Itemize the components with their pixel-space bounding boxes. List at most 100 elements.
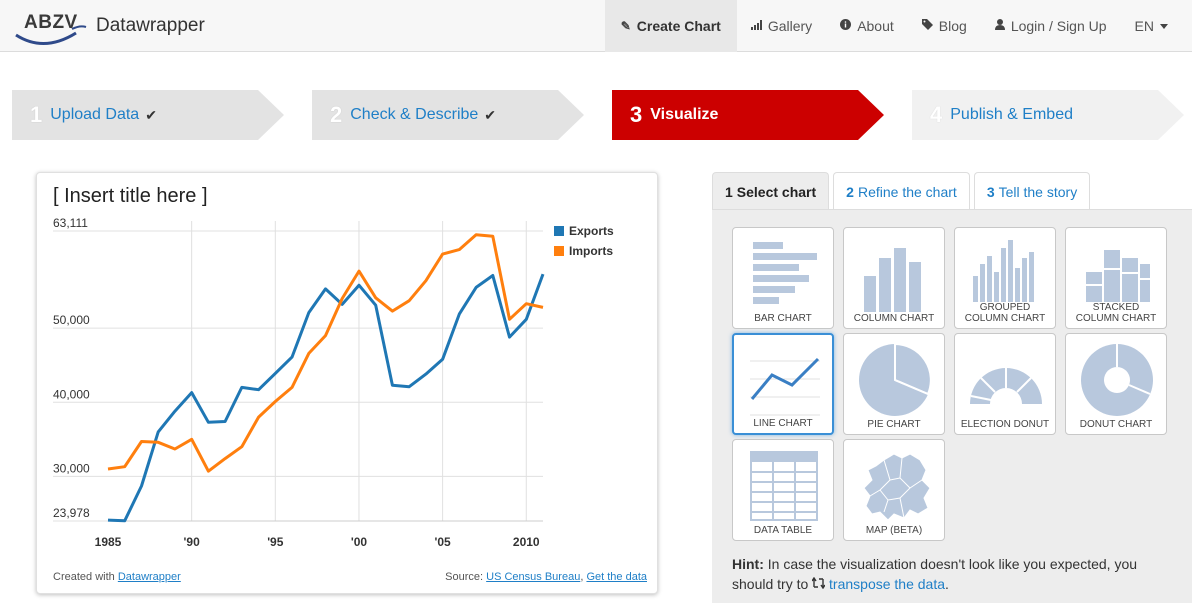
- chart-type-donut[interactable]: DONUT CHART: [1065, 333, 1167, 435]
- chart-type-election-donut[interactable]: ELECTION DONUT: [954, 333, 1056, 435]
- source-prefix: Source:: [445, 571, 484, 583]
- chart-type-stacked-column[interactable]: STACKED COLUMN CHART: [1065, 227, 1167, 329]
- y-tick-label: 30,000: [53, 461, 90, 475]
- chart-type-label: PIE CHART: [867, 419, 921, 430]
- step-check-describe[interactable]: 2 Check & Describe ✔: [312, 90, 584, 140]
- checkmark-icon: ✔: [484, 106, 497, 123]
- datawrapper-link[interactable]: Datawrapper: [118, 571, 181, 583]
- chart-type-label: BAR CHART: [754, 313, 812, 324]
- step-label: Upload Data: [50, 106, 140, 123]
- x-tick-label: 2010: [513, 535, 540, 549]
- navbar: ABZV Datawrapper ✎ Create Chart Gallery …: [0, 0, 1192, 52]
- chart-type-map[interactable]: MAP (BETA): [843, 439, 945, 541]
- hint-end: .: [945, 576, 949, 592]
- chart-type-label: STACKED COLUMN CHART: [1075, 302, 1157, 324]
- series-line-imports: [107, 233, 544, 473]
- chart-type-pie[interactable]: PIE CHART: [843, 333, 945, 435]
- user-icon: [994, 19, 1005, 33]
- x-tick-label: 1985: [95, 535, 122, 549]
- chart-title[interactable]: [ Insert title here ]: [53, 185, 208, 208]
- step-number: 4: [930, 102, 943, 127]
- chart-type-label: DATA TABLE: [753, 525, 813, 536]
- credit-prefix: Created with: [53, 571, 115, 583]
- x-tick-label: '05: [435, 535, 452, 549]
- nav-about-label: About: [857, 18, 894, 34]
- tab-select-chart[interactable]: 1 Select chart: [712, 172, 830, 210]
- source-separator: ,: [580, 571, 584, 583]
- tab-label: Tell the story: [998, 183, 1078, 200]
- step-upload-data[interactable]: 1 Upload Data ✔: [12, 90, 284, 140]
- chart-type-label: DONUT CHART: [1079, 419, 1153, 430]
- transpose-icon: [811, 576, 829, 592]
- nav-login-label: Login / Sign Up: [1010, 18, 1107, 34]
- chart-type-label: GROUPED COLUMN CHART: [964, 302, 1046, 324]
- tab-tell-story[interactable]: 3 Tell the story: [973, 172, 1091, 210]
- tab-number: 1: [725, 183, 733, 200]
- nav-create-chart[interactable]: ✎ Create Chart: [604, 0, 737, 52]
- step-visualize[interactable]: 3 Visualize: [612, 90, 884, 140]
- x-tick-label: '95: [267, 535, 284, 549]
- nav-blog-label: Blog: [938, 18, 967, 34]
- abzv-logo: ABZV: [14, 9, 90, 45]
- chart-type-label: ELECTION DONUT: [960, 419, 1050, 430]
- tag-icon: [921, 19, 933, 33]
- chart-type-label: LINE CHART: [753, 418, 813, 429]
- tab-number: 3: [986, 183, 995, 200]
- nav-create-chart-label: Create Chart: [636, 18, 721, 34]
- chart-type-data-table[interactable]: DATA TABLE: [732, 439, 834, 541]
- chart-type-line[interactable]: LINE CHART: [732, 333, 834, 435]
- legend-swatch: [554, 226, 564, 236]
- nav-about[interactable]: About: [826, 0, 908, 52]
- y-tick-label: 50,000: [53, 313, 90, 327]
- legend-item-exports: Exports: [554, 221, 614, 241]
- chart-footer-credit: Created with Datawrapper: [53, 571, 181, 583]
- chart-type-bar[interactable]: BAR CHART: [732, 227, 834, 329]
- brand-name: Datawrapper: [96, 15, 205, 36]
- x-tick-label: '90: [184, 535, 201, 549]
- chart-legend: Exports Imports: [554, 221, 614, 261]
- chart-preview: 63,111 50,000 40,000 30,000 23,978 1985 '90 '95…: [36, 172, 658, 594]
- signal-bars-icon: [750, 19, 762, 33]
- logo-text: ABZV: [24, 12, 78, 33]
- series-line-exports: [107, 273, 545, 523]
- nav-login[interactable]: Login / Sign Up: [981, 0, 1121, 52]
- step-publish-embed[interactable]: 4 Publish & Embed: [912, 90, 1184, 140]
- chart-type-label: MAP (BETA): [865, 525, 923, 536]
- step-label: Publish & Embed: [950, 106, 1073, 123]
- legend-item-imports: Imports: [554, 241, 614, 261]
- chart-footer-source: Source: US Census Bureau, Get the data: [445, 571, 647, 583]
- step-number: 2: [330, 102, 343, 127]
- legend-label: Exports: [569, 224, 614, 238]
- hint-label: Hint:: [732, 556, 764, 572]
- hint-text: Hint: In case the visualization doesn't …: [732, 554, 1172, 594]
- chart-type-column[interactable]: COLUMN CHART: [843, 227, 945, 329]
- y-tick-label: 23,978: [53, 506, 90, 520]
- step-number: 3: [630, 102, 643, 127]
- tab-label: Refine the chart: [857, 183, 957, 200]
- select-chart-panel: BAR CHART COLUMN CHART GROUPED COLUMN CH…: [712, 209, 1192, 603]
- visualize-tabs: 1 Select chart 2 Refine the chart 3 Tell…: [712, 172, 1094, 210]
- info-icon: [840, 19, 852, 33]
- step-label: Visualize: [650, 106, 719, 123]
- source-link[interactable]: US Census Bureau: [486, 571, 580, 583]
- language-dropdown[interactable]: EN: [1121, 0, 1192, 52]
- nav-blog[interactable]: Blog: [908, 0, 981, 52]
- x-tick-label: '00: [351, 535, 368, 549]
- tab-label: Select chart: [736, 183, 817, 200]
- tab-refine-chart[interactable]: 2 Refine the chart: [833, 172, 970, 210]
- transpose-data-link[interactable]: transpose the data: [829, 576, 945, 592]
- brand[interactable]: ABZV Datawrapper: [14, 8, 205, 45]
- y-tick-label: 40,000: [53, 387, 90, 401]
- legend-swatch: [554, 246, 564, 256]
- chart-type-label: COLUMN CHART: [853, 313, 935, 324]
- main-nav: ✎ Create Chart Gallery About Blog Login …: [604, 0, 1192, 52]
- step-label: Check & Describe: [350, 106, 479, 123]
- caret-down-icon: [1160, 23, 1168, 29]
- chart-type-grouped-column[interactable]: GROUPED COLUMN CHART: [954, 227, 1056, 329]
- checkmark-icon: ✔: [145, 106, 157, 123]
- tab-number: 2: [846, 183, 854, 200]
- get-data-link[interactable]: Get the data: [586, 571, 647, 583]
- legend-label: Imports: [569, 244, 614, 258]
- nav-gallery[interactable]: Gallery: [737, 0, 826, 52]
- nav-gallery-label: Gallery: [767, 18, 813, 34]
